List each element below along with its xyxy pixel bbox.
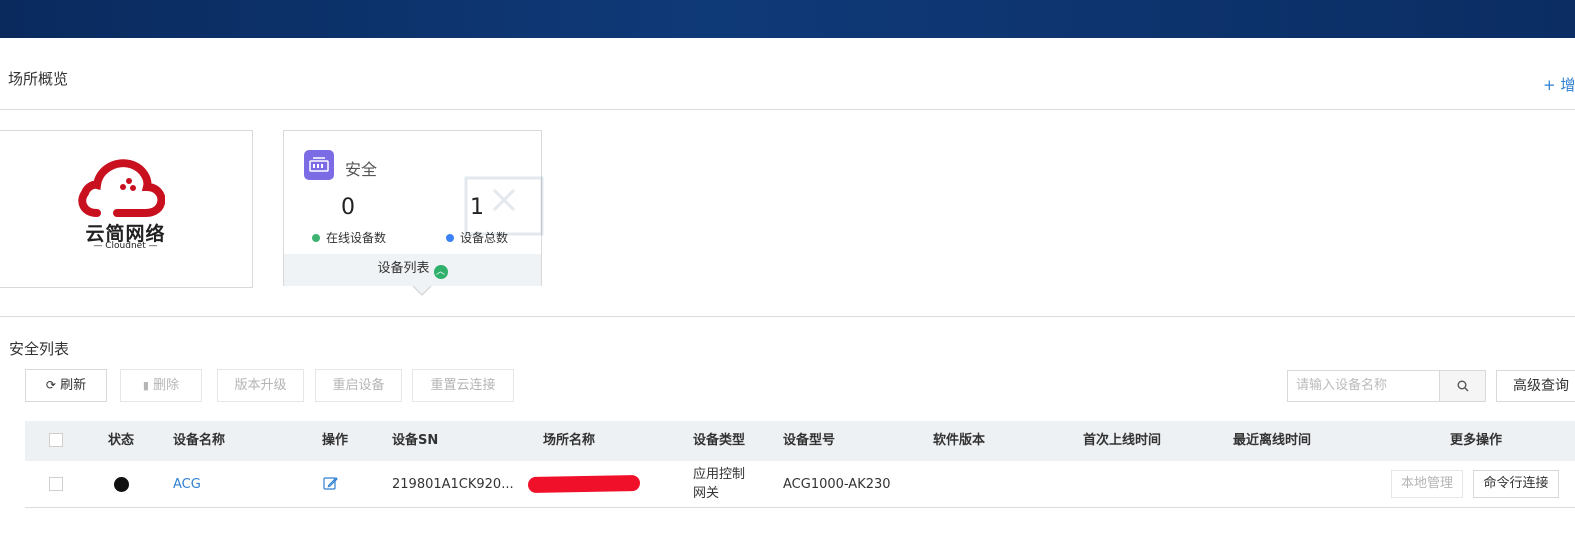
- cli-connect-button[interactable]: 命令行连接: [1473, 470, 1559, 498]
- device-list-toggle[interactable]: 设备列表 ︿: [284, 254, 541, 286]
- security-device-card[interactable]: 安全 0 在线设备数 1 设备总数 设备列表 ︿: [283, 130, 544, 296]
- select-all-checkbox[interactable]: [49, 433, 63, 447]
- local-manage-button[interactable]: 本地管理: [1391, 470, 1463, 498]
- trash-icon: ▮: [142, 379, 149, 392]
- online-device-label: 在线设备数: [312, 229, 386, 246]
- total-device-label: 设备总数: [446, 229, 508, 246]
- device-name-link[interactable]: ACG: [173, 461, 201, 508]
- refresh-button[interactable]: ⟳ 刷新: [25, 369, 107, 402]
- search-button[interactable]: [1439, 370, 1486, 402]
- row-checkbox[interactable]: [49, 477, 63, 491]
- search-icon: [1457, 380, 1468, 392]
- device-list-label: 设备列表: [377, 261, 430, 276]
- card-pointer: [413, 285, 431, 294]
- online-device-count: 0: [341, 195, 355, 220]
- col-first-online: 首次上线时间: [1083, 433, 1162, 448]
- site-logo-card: 云简网络 — Cloudnet —: [0, 130, 253, 288]
- firewall-icon: [304, 150, 334, 180]
- device-status-dot: [114, 477, 129, 492]
- col-device-model: 设备型号: [783, 433, 836, 448]
- col-status: 状态: [108, 433, 135, 448]
- col-more-actions: 更多操作: [1450, 433, 1503, 448]
- redacted-site-name: [527, 475, 641, 493]
- col-last-offline: 最近离线时间: [1233, 433, 1312, 448]
- col-device-sn: 设备SN: [392, 433, 439, 448]
- brand-subtitle: — Cloudnet —: [93, 241, 158, 251]
- device-search-input[interactable]: 请输入设备名称: [1287, 370, 1440, 402]
- col-device-name: 设备名称: [173, 433, 226, 448]
- security-list-title: 安全列表: [9, 340, 70, 358]
- advanced-search-button[interactable]: 高级查询: [1496, 370, 1575, 402]
- page-title: 场所概览: [8, 70, 69, 88]
- delete-button[interactable]: ▮ 删除: [120, 369, 202, 402]
- section-divider: [0, 316, 1575, 317]
- table-row: ACG 219801A1CK920... 应用控制 网关 ACG1000-AK2…: [25, 461, 1575, 508]
- refresh-icon: ⟳: [45, 378, 56, 392]
- chevron-up-icon: ︿: [433, 265, 448, 279]
- table-header: 状态 设备名称 操作 设备SN 场所名称 设备类型 设备型号 软件版本 首次上线…: [25, 421, 1575, 461]
- header-divider: [0, 109, 1575, 110]
- col-site-name: 场所名称: [543, 433, 596, 448]
- total-status-dot: [446, 234, 454, 242]
- total-device-count: 1: [470, 195, 484, 220]
- cloudnet-logo-icon: [78, 159, 165, 217]
- top-navigation-bar: [0, 0, 1575, 38]
- device-sn: 219801A1CK920...: [392, 477, 514, 492]
- device-model: ACG1000-AK230: [783, 477, 891, 492]
- add-site-link[interactable]: + 增: [1543, 74, 1575, 95]
- col-actions: 操作: [322, 433, 349, 448]
- device-type: 应用控制 网关: [693, 467, 746, 501]
- reset-cloud-button[interactable]: 重置云连接: [412, 369, 514, 402]
- col-software-version: 软件版本: [933, 433, 986, 448]
- reboot-button[interactable]: 重启设备: [315, 369, 402, 402]
- online-status-dot: [312, 234, 320, 242]
- col-device-type: 设备类型: [693, 433, 746, 448]
- upgrade-button[interactable]: 版本升级: [217, 369, 304, 402]
- security-card-title: 安全: [345, 160, 378, 179]
- edit-icon[interactable]: [323, 476, 338, 496]
